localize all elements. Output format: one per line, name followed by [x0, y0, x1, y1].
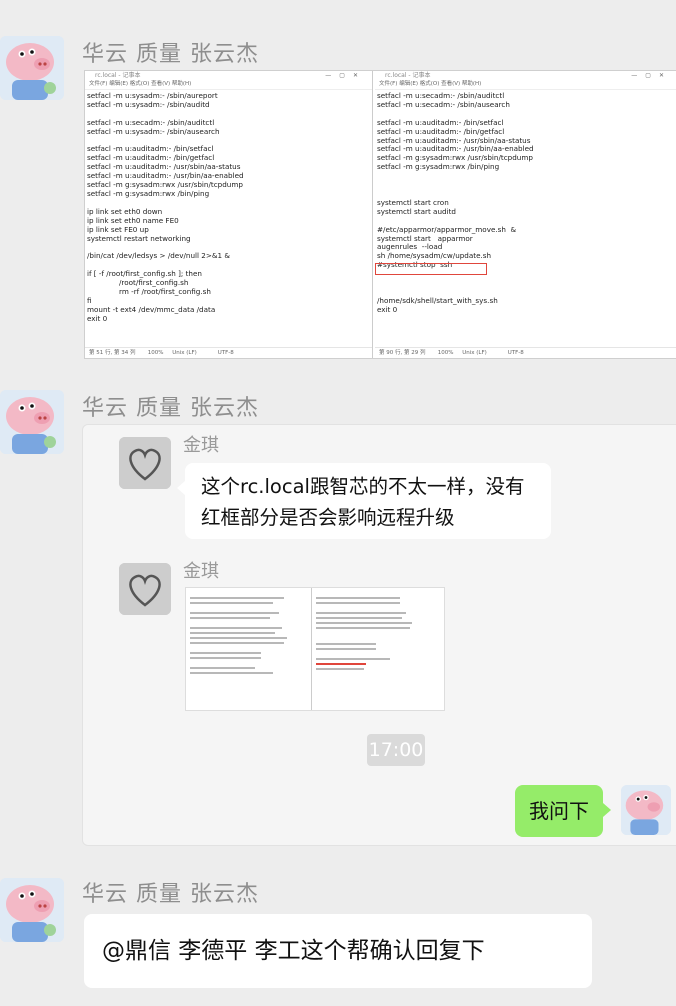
- notepad-title: rc.local - 记事本: [95, 72, 141, 79]
- pig-avatar-icon: [0, 878, 64, 942]
- code-line: exit 0: [377, 304, 398, 314]
- sender-name: 华云 质量 张云杰: [82, 882, 259, 907]
- avatar: [119, 437, 171, 489]
- thumb-right-text: [316, 594, 436, 670]
- code-line: exit 0: [87, 313, 108, 323]
- pig-avatar-icon: [0, 36, 64, 100]
- contact-name: 金琪: [183, 435, 219, 456]
- code-line: systemctl start auditd: [377, 206, 456, 216]
- notepad-right-window: rc.local - 记事本 —▢✕ 文件(F) 编辑(E) 格式(O) 查看(V…: [375, 71, 676, 358]
- timestamp: 17:00: [367, 734, 425, 766]
- message-bubble[interactable]: 这个rc.local跟智芯的不太一样，没有红框部分是否会影响远程升级: [177, 463, 551, 539]
- window-controls: —▢✕: [325, 72, 366, 79]
- notepad-text: setfacl -m u:sysadm:- /sbin/aureport setf…: [85, 90, 372, 324]
- code-line: rm -rf /root/first_config.sh: [87, 286, 211, 296]
- code-line: setfacl -m u:sysadm:- /sbin/ausearch: [87, 126, 220, 136]
- window-controls: —▢✕: [631, 72, 672, 79]
- notepad-menu: 文件(F) 编辑(E) 格式(O) 查看(V) 帮助(H): [85, 80, 372, 90]
- notepad-menu: 文件(F) 编辑(E) 格式(O) 查看(V) 帮助(H): [375, 80, 676, 90]
- pig-avatar-icon: [0, 390, 64, 454]
- code-line: systemctl restart networking: [87, 233, 191, 243]
- code-line: setfacl -m u:sysadm:- /sbin/auditd: [87, 99, 210, 109]
- sender-name: 华云 质量 张云杰: [82, 42, 259, 67]
- code-line: setfacl -m g:sysadm:rwx /bin/ping: [377, 162, 500, 172]
- code-line: setfacl -m g:sysadm:rwx /bin/ping: [87, 188, 210, 198]
- avatar: [119, 563, 171, 615]
- notepad-text: setfacl -m u:secadm:- /sbin/auditctl setf…: [375, 90, 676, 315]
- avatar[interactable]: [0, 878, 64, 942]
- reply-bubble[interactable]: 我问下: [515, 785, 611, 837]
- sender-name: 华云 质量 张云杰: [82, 396, 259, 421]
- notepad-title: rc.local - 记事本: [385, 72, 431, 79]
- thumbnail-image[interactable]: [185, 587, 445, 711]
- avatar[interactable]: [0, 390, 64, 454]
- thumb-left-text: [190, 594, 308, 674]
- notepad-status-bar: 第 90 行, 第 29 列 100% Unix (LF) UTF-8: [375, 347, 676, 358]
- code-line: mount -t ext4 /dev/mmc_data /data: [87, 304, 216, 314]
- reply-text: 我问下: [529, 799, 589, 823]
- forwarded-chat-card[interactable]: 金琪 这个rc.local跟智芯的不太一样，没有红框部分是否会影响远程升级 金琪: [82, 424, 676, 846]
- code-line: setfacl -m u:secadm:- /sbin/ausearch: [377, 99, 510, 109]
- notepad-left-window: rc.local - 记事本 —▢✕ 文件(F) 编辑(E) 格式(O) 查看(V…: [85, 71, 373, 358]
- pig-avatar-icon: [621, 785, 671, 835]
- notepad-status-bar: 第 51 行, 第 34 列 100% Unix (LF) UTF-8: [85, 347, 372, 358]
- message-text: 这个rc.local跟智芯的不太一样，没有红框部分是否会影响远程升级: [201, 475, 525, 529]
- code-line: /bin/cat /dev/ledsys > /dev/null 2>&1 &: [87, 251, 230, 261]
- red-highlight-box: [375, 263, 487, 275]
- screenshot-image[interactable]: rc.local - 记事本 —▢✕ 文件(F) 编辑(E) 格式(O) 查看(V…: [84, 70, 676, 359]
- heart-avatar-icon: [119, 563, 171, 615]
- avatar[interactable]: [0, 36, 64, 100]
- avatar: [621, 785, 671, 835]
- heart-avatar-icon: [119, 437, 171, 489]
- message-text: @鼎信 李德平 李工这个帮确认回复下: [102, 938, 485, 964]
- code-line: /home/sdk/shell/start_with_sys.sh: [377, 295, 498, 305]
- contact-name: 金琪: [183, 561, 219, 582]
- message-bubble[interactable]: @鼎信 李德平 李工这个帮确认回复下: [84, 914, 592, 988]
